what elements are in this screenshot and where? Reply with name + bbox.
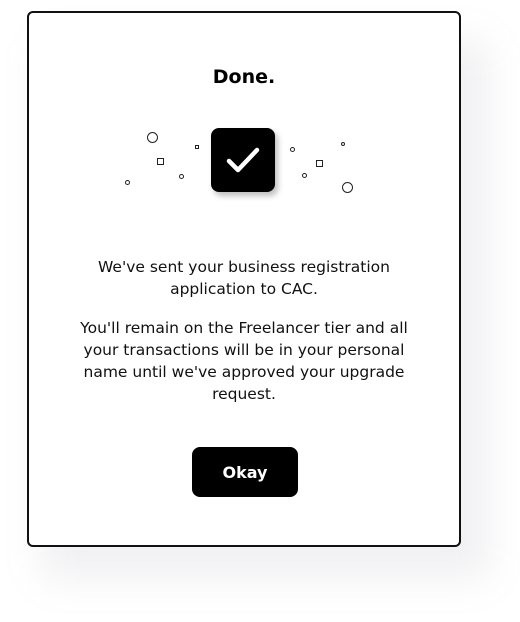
confetti-circle [290,147,295,152]
success-illustration [29,13,463,233]
dialog-message-secondary: You'll remain on the Freelancer tier and… [80,319,408,403]
confetti-circle [342,182,353,193]
confetti-square [195,145,199,149]
modal-stage: Done. We've sent your business registrat… [0,0,520,622]
confetti-square [316,160,323,167]
confetti-circle [302,173,307,178]
confetti-circle [147,132,158,143]
confetti-circle [341,142,345,146]
success-dialog: Done. We've sent your business registrat… [27,11,461,547]
checkmark-badge [211,128,275,192]
confetti-circle [179,174,184,179]
checkmark-icon [226,147,260,173]
dialog-message-primary: We've sent your business registration ap… [98,258,390,298]
okay-button[interactable]: Okay [192,447,298,497]
confetti-circle [125,180,130,185]
confetti-square [157,158,164,165]
